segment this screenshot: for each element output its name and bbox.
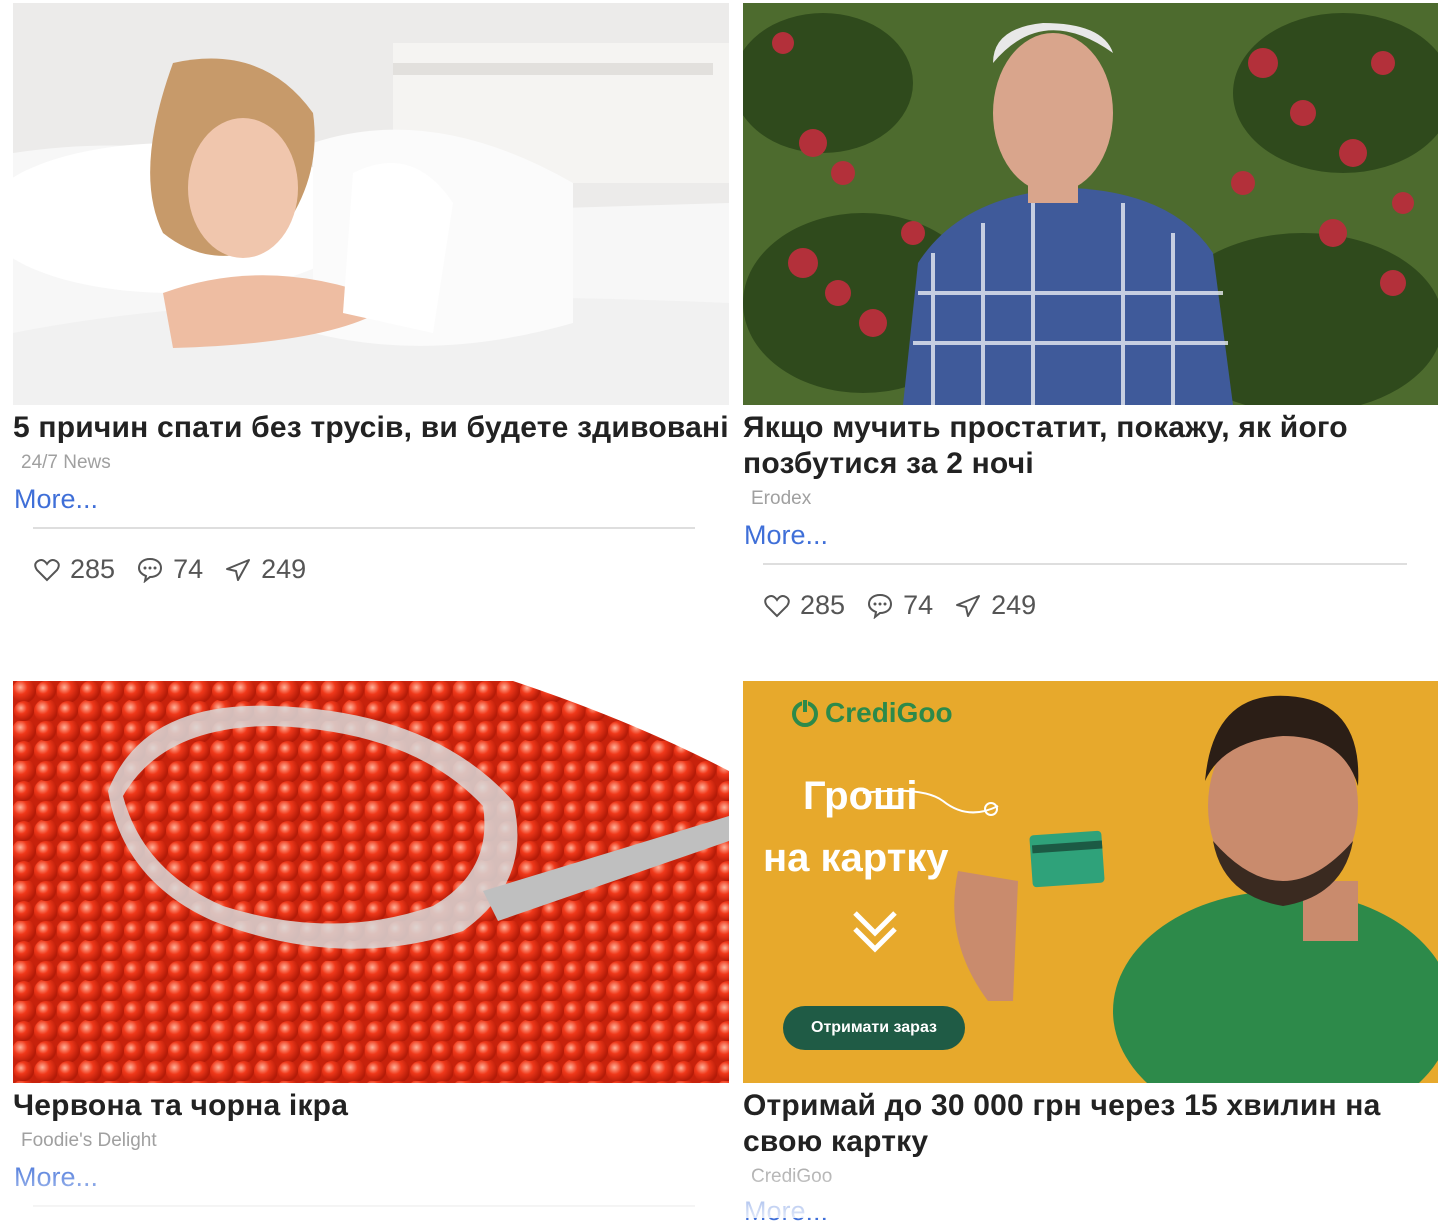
ad-line1: Гроші: [803, 774, 918, 818]
comment-button[interactable]: 74: [137, 554, 203, 585]
send-icon: [226, 558, 251, 581]
share-button[interactable]: 249: [955, 590, 1036, 621]
divider: [33, 527, 695, 529]
comment-icon: [868, 593, 893, 619]
more-link[interactable]: More...: [14, 484, 729, 515]
ad-cta-button[interactable]: Отримати зараз: [783, 1006, 965, 1050]
more-link[interactable]: More...: [744, 1196, 1438, 1227]
card-image-caviar[interactable]: [13, 681, 729, 1083]
share-button[interactable]: 249: [225, 554, 306, 585]
divider: [33, 1205, 695, 1207]
news-card[interactable]: CrediGoo Гроші на картку Отримати зараз …: [743, 681, 1438, 1227]
heart-icon: [764, 594, 790, 617]
news-card[interactable]: Якщо мучить простатит, покажу, як його п…: [743, 3, 1438, 621]
card-headline[interactable]: Червона та чорна ікра: [13, 1088, 729, 1124]
card-source: Foodie's Delight: [21, 1130, 157, 1151]
share-count: 249: [261, 554, 307, 584]
more-link[interactable]: More...: [744, 520, 1438, 551]
news-card[interactable]: Червона та чорна ікра Foodie's Delight M…: [13, 681, 729, 1207]
like-button[interactable]: 285: [34, 554, 115, 585]
card-source: Erodex: [751, 488, 812, 509]
comment-button[interactable]: 74: [867, 590, 933, 621]
card-headline[interactable]: 5 причин спати без трусів, ви будете зди…: [13, 410, 729, 446]
card-stats: 285 74 249: [764, 590, 1438, 621]
ad-line2: на картку: [763, 836, 949, 880]
sleeping-woman-image: [13, 3, 729, 405]
more-link[interactable]: More...: [14, 1162, 729, 1193]
news-card[interactable]: 5 причин спати без трусів, ви будете зди…: [13, 3, 729, 585]
send-icon: [956, 594, 981, 617]
card-image-sleeping-woman[interactable]: [13, 3, 729, 405]
man-apple-tree-image: [743, 3, 1438, 405]
card-image-credigoo-ad[interactable]: CrediGoo Гроші на картку Отримати зараз: [743, 681, 1438, 1083]
share-count: 249: [991, 590, 1037, 620]
red-caviar-image: [13, 681, 729, 1083]
card-source: CrediGoo: [751, 1166, 833, 1187]
like-count: 285: [800, 590, 846, 620]
card-headline[interactable]: Якщо мучить простатит, покажу, як його п…: [743, 410, 1438, 482]
card-stats: 285 74 249: [34, 554, 729, 585]
card-source: 24/7 News: [21, 452, 111, 473]
card-headline[interactable]: Отримай до 30 000 грн через 15 хвилин на…: [743, 1088, 1438, 1160]
comment-count: 74: [903, 590, 934, 620]
like-button[interactable]: 285: [764, 590, 845, 621]
card-image-man-apple-tree[interactable]: [743, 3, 1438, 405]
heart-icon: [34, 558, 60, 581]
like-count: 285: [70, 554, 116, 584]
ad-brand: CrediGoo: [825, 697, 953, 728]
divider: [763, 563, 1407, 565]
comment-count: 74: [173, 554, 204, 584]
comment-icon: [138, 557, 163, 583]
